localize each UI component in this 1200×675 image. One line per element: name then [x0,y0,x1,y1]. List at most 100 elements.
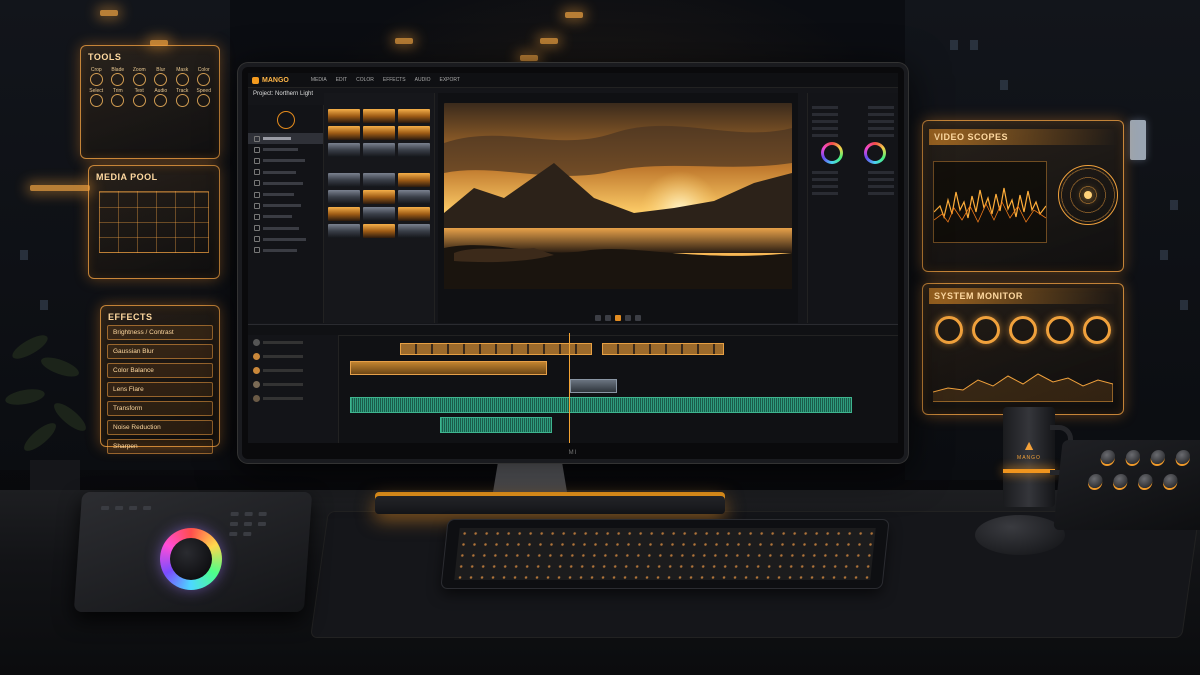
effect-item[interactable]: Color Balance [107,363,213,378]
bin-item[interactable] [248,189,323,200]
mouse[interactable] [975,515,1065,555]
media-thumb[interactable] [398,143,430,157]
tool-blur[interactable]: Blur [152,67,171,86]
layer-item[interactable] [248,349,338,363]
timeline-video-clip[interactable] [350,361,547,375]
video-scopes-panel[interactable]: VIDEO SCOPES [922,120,1124,272]
timeline-clip-strip[interactable] [602,343,724,355]
menu-item-effects[interactable]: EFFECTS [383,77,406,83]
console-knob[interactable] [1175,450,1191,464]
timeline-clip-strip[interactable] [400,343,592,355]
effect-item[interactable]: Lens Flare [107,382,213,397]
step-back-icon[interactable] [605,315,611,321]
media-thumb[interactable] [398,207,430,221]
effect-item[interactable]: Gaussian Blur [107,344,213,359]
media-thumb[interactable] [398,109,430,123]
layer-item[interactable] [248,391,338,405]
bin-item[interactable] [248,133,323,145]
menu-item-audio[interactable]: AUDIO [415,77,431,83]
media-thumb[interactable] [363,126,395,140]
video-editor-app[interactable]: MANGO MEDIA EDIT COLOR EFFECTS AUDIO EXPORT P… [248,73,898,443]
playhead[interactable] [568,333,570,443]
tool-track[interactable]: Track [173,88,192,107]
timeline-audio-clip[interactable] [350,397,852,413]
tool-select[interactable]: Select [87,88,106,107]
tool-mask[interactable]: Mask [173,67,192,86]
media-pool-panel[interactable]: MEDIA POOL [88,165,220,279]
viewer-frame[interactable] [444,103,792,309]
media-thumb[interactable] [328,109,360,123]
keyboard[interactable] [441,520,889,588]
console-knob[interactable] [1112,474,1129,488]
media-thumb[interactable] [328,224,360,238]
effect-item[interactable]: Sharpen [107,439,213,454]
folder-icon [254,213,260,220]
media-thumb[interactable] [363,143,395,157]
media-thumb[interactable] [328,173,360,187]
console-knob[interactable] [1087,474,1104,488]
bin-item[interactable] [248,200,323,211]
effect-item[interactable]: Noise Reduction [107,420,213,435]
media-thumb[interactable] [363,224,395,238]
media-thumb[interactable] [328,126,360,140]
project-avatar[interactable] [276,111,295,129]
layer-item[interactable] [248,377,338,391]
bin-item[interactable] [248,234,323,245]
console-knob[interactable] [1150,450,1166,464]
system-monitor-panel[interactable]: SYSTEM MONITOR [922,283,1124,415]
bin-item[interactable] [248,223,323,234]
monitor-brand: MI [568,450,578,456]
media-thumb[interactable] [363,190,395,204]
skip-forward-icon[interactable] [635,315,641,321]
color-wheel-shadows[interactable] [820,142,843,164]
media-thumb[interactable] [398,190,430,204]
control-console[interactable] [1053,440,1200,530]
bin-panel [248,105,324,323]
bin-item[interactable] [248,245,323,256]
effect-item[interactable]: Brightness / Contrast [107,325,213,340]
tool-trim[interactable]: Trim [109,88,128,107]
bin-item[interactable] [248,178,323,189]
media-thumb[interactable] [328,207,360,221]
menu-item-edit[interactable]: EDIT [336,77,347,83]
tool-speed[interactable]: Speed [195,88,214,107]
tool-audio[interactable]: Audio [152,88,171,107]
layer-item[interactable] [248,335,338,349]
media-thumb[interactable] [328,190,360,204]
tool-zoom[interactable]: Zoom [130,67,149,86]
media-thumb[interactable] [398,126,430,140]
effects-panel[interactable]: EFFECTS Brightness / Contrast Gaussian Bl… [100,305,220,454]
media-thumb[interactable] [398,224,430,238]
tool-blade[interactable]: Blade [109,67,128,86]
trackball[interactable] [160,528,222,590]
console-knob[interactable] [1162,474,1179,488]
media-thumb[interactable] [328,143,360,157]
timeline-audio-clip[interactable] [440,417,552,433]
console-knob[interactable] [1125,450,1141,464]
skip-back-icon[interactable] [595,315,601,321]
console-knob[interactable] [1100,450,1116,464]
layer-item[interactable] [248,363,338,377]
console-knob[interactable] [1137,474,1154,488]
color-wheel-highlights[interactable] [863,142,886,164]
step-forward-icon[interactable] [625,315,631,321]
menu-item-color[interactable]: COLOR [356,77,374,83]
menu-item-export[interactable]: EXPORT [439,77,459,83]
tool-text[interactable]: Text [130,88,149,107]
bin-item[interactable] [248,211,323,222]
play-icon[interactable] [615,315,621,321]
tools-title: TOOLS [88,52,122,62]
tools-panel[interactable]: TOOLS Crop Blade Zoom Blur Mask Color Select Tr… [80,45,220,159]
media-thumb[interactable] [398,173,430,187]
effect-item[interactable]: Transform [107,401,213,416]
bin-item[interactable] [248,144,323,155]
bin-item[interactable] [248,155,323,166]
tool-color[interactable]: Color [195,67,214,86]
bin-item[interactable] [248,167,323,178]
media-thumb[interactable] [363,207,395,221]
tool-crop[interactable]: Crop [87,67,106,86]
media-thumb[interactable] [363,109,395,123]
menu-item-media[interactable]: MEDIA [311,77,327,83]
timeline-video-clip[interactable] [570,379,617,393]
media-thumb[interactable] [363,173,395,187]
